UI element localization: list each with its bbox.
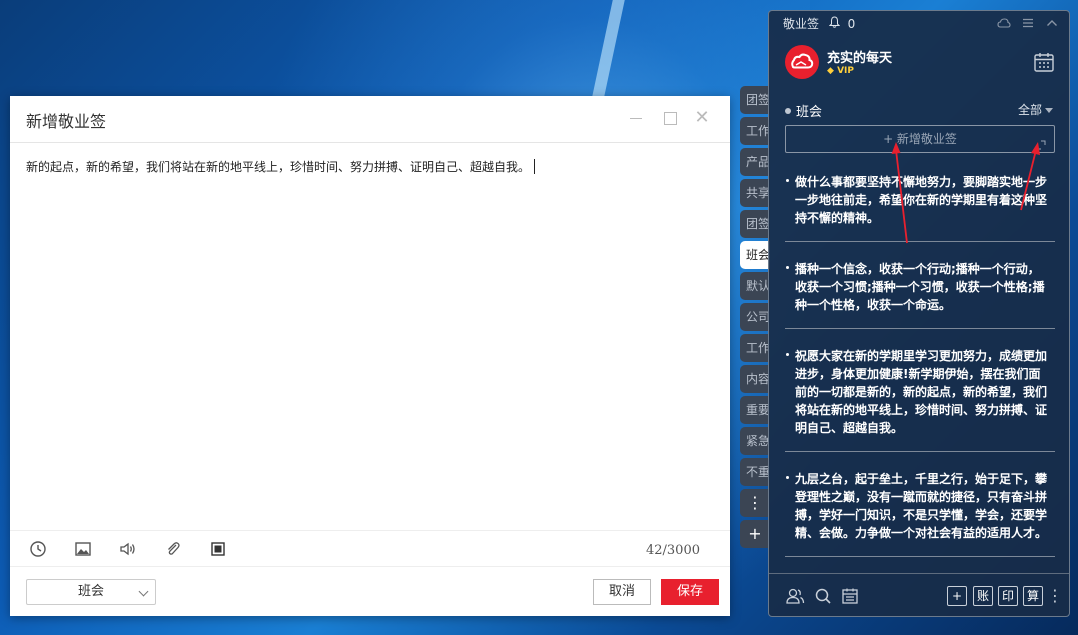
new-note-dialog: 新增敬业签 ✕ 新的起点，新的希望，我们将站在新的地平线上，珍惜时间、努力拼搏、…	[10, 96, 730, 616]
notification-count: 0	[847, 17, 856, 31]
tab-shared[interactable]: 共享	[740, 179, 770, 207]
category-tabs: 团签 工作 产品 共享 团签 班会 默认 公司 工作 内容 重要 紧急 不重 ⋮…	[740, 86, 770, 551]
note-editor-area[interactable]: 新的起点，新的希望，我们将站在新的地平线上，珍惜时间、努力拼搏、证明自己、超越自…	[26, 158, 536, 175]
sticky-panel: 敬业签 0 充实的每天 ◆ VIP 班会 全部 + 新增敬业签 做什么事都要坚持…	[768, 10, 1070, 617]
calculator-button[interactable]: 算	[1023, 586, 1043, 606]
username: 充实的每天	[827, 51, 893, 66]
notes-calendar-icon[interactable]	[840, 586, 860, 606]
stop-icon[interactable]	[208, 539, 228, 559]
tab-urgent[interactable]: 紧急	[740, 427, 770, 455]
note-text: 新的起点，新的希望，我们将站在新的地平线上，珍惜时间、努力拼搏、证明自己、超越自…	[26, 160, 531, 174]
tab-default[interactable]: 默认	[740, 272, 770, 300]
add-note-label: + 新增敬业签	[883, 132, 957, 146]
attachment-icon[interactable]	[163, 539, 183, 559]
tab-banhui[interactable]: 班会	[740, 241, 770, 269]
diamond-icon: ◆	[827, 66, 834, 76]
minimize-icon[interactable]	[628, 110, 644, 126]
contacts-icon[interactable]	[785, 586, 805, 606]
tab-work[interactable]: 工作	[740, 117, 770, 145]
avatar[interactable]	[785, 45, 819, 79]
clock-icon[interactable]	[28, 539, 48, 559]
tab-tuanqian[interactable]: 团签	[740, 86, 770, 114]
section-dot-icon	[785, 108, 791, 114]
print-button[interactable]: 印	[998, 586, 1018, 606]
tab-company[interactable]: 公司	[740, 303, 770, 331]
cancel-button[interactable]: 取消	[593, 579, 651, 605]
image-icon[interactable]	[73, 539, 93, 559]
speaker-icon[interactable]	[118, 539, 138, 559]
calendar-icon[interactable]	[1033, 51, 1055, 73]
editor-toolbar: 42/3000	[10, 530, 730, 566]
expand-icon[interactable]	[1036, 133, 1046, 150]
tab-not-important[interactable]: 不重	[740, 458, 770, 486]
category-value: 班会	[77, 584, 104, 599]
filter-dropdown[interactable]: 全部	[1018, 101, 1053, 118]
note-item[interactable]: 九层之台，起于垒土，千里之行，始于足下，攀登理性之巅，没有一蹴而就的捷径，只有奋…	[785, 464, 1055, 557]
save-button[interactable]: 保存	[661, 579, 719, 605]
menu-icon[interactable]	[1021, 15, 1035, 29]
category-select[interactable]: 班会	[26, 579, 156, 605]
caret-down-icon	[1045, 108, 1053, 113]
app-name: 敬业签	[783, 17, 820, 31]
tab-product[interactable]: 产品	[740, 148, 770, 176]
char-counter: 42/3000	[645, 543, 700, 558]
cloud-sync-icon[interactable]	[997, 15, 1011, 29]
title-divider	[10, 142, 730, 143]
tab-tuanqian-2[interactable]: 团签	[740, 210, 770, 238]
note-list: 做什么事都要坚持不懈地努力，要脚踏实地一步一步地往前走，希望你在新的学期里有着这…	[785, 167, 1055, 569]
tab-content[interactable]: 内容	[740, 365, 770, 393]
note-item[interactable]: 做什么事都要坚持不懈地努力，要脚踏实地一步一步地往前走，希望你在新的学期里有着这…	[785, 167, 1055, 242]
text-caret	[534, 159, 536, 174]
section-title: 班会	[785, 101, 822, 120]
bell-icon[interactable]	[828, 16, 844, 31]
panel-window-controls	[997, 15, 1059, 29]
panel-footer: + 账 印 算 ⋮	[769, 573, 1069, 617]
ledger-button[interactable]: 账	[973, 586, 993, 606]
chevron-down-icon	[138, 586, 149, 597]
collapse-icon[interactable]	[1045, 15, 1059, 29]
close-icon[interactable]: ✕	[694, 109, 710, 127]
add-tab-icon[interactable]: +	[740, 520, 770, 548]
search-icon[interactable]	[813, 586, 833, 606]
note-item[interactable]: 播种一个信念，收获一个行动;播种一个行动，收获一个习惯;播种一个习惯，收获一个性…	[785, 254, 1055, 329]
add-button[interactable]: +	[947, 586, 967, 606]
tab-important[interactable]: 重要	[740, 396, 770, 424]
note-item[interactable]: 祝愿大家在新的学期里学习更加努力，成绩更加进步，身体更加健康!新学期伊始，摆在我…	[785, 341, 1055, 452]
panel-header: 敬业签 0	[783, 15, 855, 32]
dialog-footer: 班会 取消 保存	[10, 566, 730, 616]
more-tabs-icon[interactable]: ⋮	[740, 489, 770, 517]
tab-work-2[interactable]: 工作	[740, 334, 770, 362]
add-note-button[interactable]: + 新增敬业签	[785, 125, 1055, 153]
dialog-title: 新增敬业签	[26, 112, 107, 131]
maximize-icon[interactable]	[662, 110, 678, 126]
vip-badge: ◆ VIP	[827, 66, 854, 76]
more-icon[interactable]: ⋮	[1045, 586, 1065, 606]
